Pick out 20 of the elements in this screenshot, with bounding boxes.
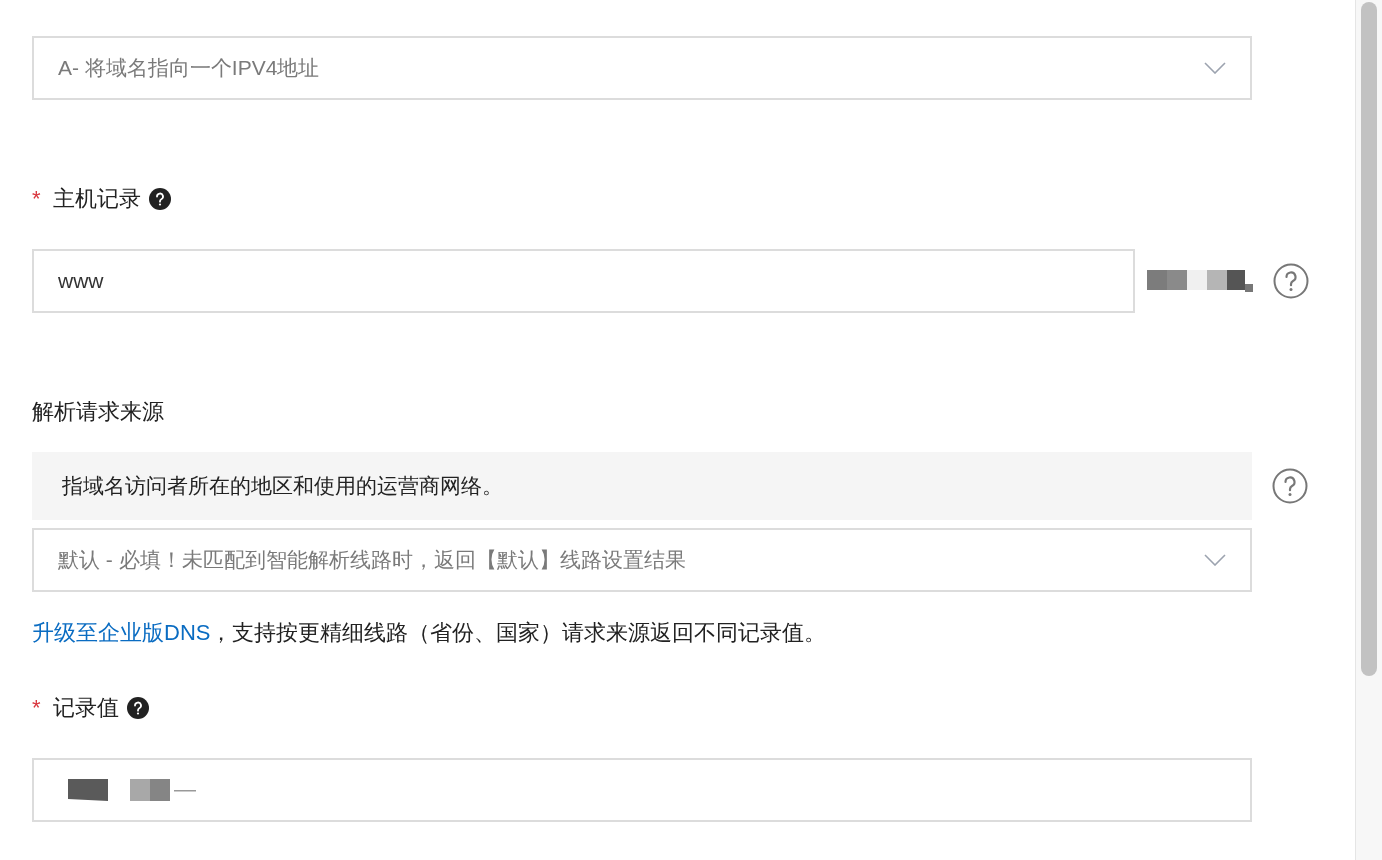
dropdown-select[interactable]: 默认 - 必填！未匹配到智能解析线路时，返回【默认】线路设置结果 bbox=[32, 528, 1252, 592]
select-value: 默认 - 必填！未匹配到智能解析线路时，返回【默认】线路设置结果 bbox=[58, 547, 686, 574]
chevron-down-icon bbox=[1204, 554, 1226, 566]
dropdown-select[interactable]: A- 将域名指向一个IPV4地址 bbox=[32, 36, 1252, 100]
scrollbar-thumb[interactable] bbox=[1361, 2, 1377, 676]
record-value-input[interactable] bbox=[32, 758, 1252, 822]
description-text: 指域名访问者所在的地区和使用的运营商网络。 bbox=[62, 473, 503, 500]
field-label: 记录值 bbox=[52, 694, 119, 722]
field-label: 解析请求来源 bbox=[32, 398, 165, 426]
required-asterisk: * bbox=[32, 185, 41, 213]
field-label: 主机记录 bbox=[52, 185, 141, 213]
upgrade-link[interactable]: 升级至企业版DNS bbox=[32, 620, 211, 645]
chevron-down-icon bbox=[1204, 62, 1226, 74]
upgrade-note: 升级至企业版DNS，支持按更精细线路（省份、国家）请求来源返回不同记录值。 bbox=[32, 619, 828, 647]
help-icon[interactable] bbox=[126, 696, 149, 719]
input-value: www bbox=[58, 268, 104, 295]
host-record-input[interactable]: www bbox=[32, 249, 1135, 313]
required-asterisk: * bbox=[32, 694, 41, 722]
help-icon[interactable] bbox=[148, 187, 171, 210]
select-value: A- 将域名指向一个IPV4地址 bbox=[58, 55, 320, 82]
